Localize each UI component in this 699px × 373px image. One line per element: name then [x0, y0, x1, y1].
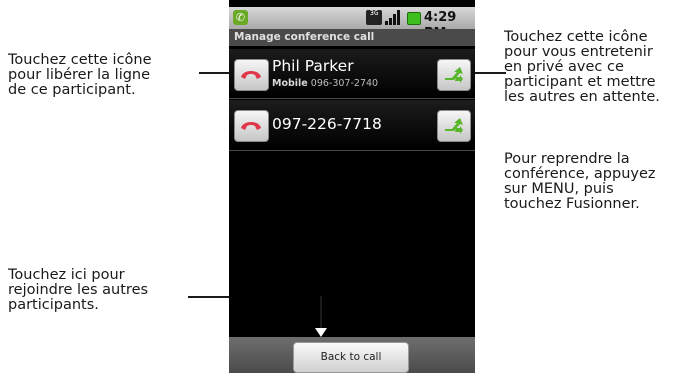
- annotation-back: Touchez ici pour rejoindre les autres pa…: [8, 268, 148, 313]
- signal-icon: [385, 10, 401, 25]
- private-call-button[interactable]: [437, 110, 471, 142]
- annotation-line: les autres en attente.: [504, 89, 660, 105]
- hangup-icon: [241, 71, 261, 79]
- private-call-button[interactable]: [437, 59, 471, 91]
- annotation-line: participant et mettre: [504, 74, 656, 90]
- phone-in-call-icon: ✆: [233, 10, 248, 25]
- row-divider: [229, 98, 475, 99]
- caller-detail: Mobile 096-307-2740: [272, 78, 378, 89]
- annotation-private: Touchez cette icône pour vous entretenir…: [504, 30, 660, 105]
- pointer-line-back-vertical: [320, 296, 322, 332]
- split-call-icon: [445, 118, 463, 134]
- annotation-line: participants.: [8, 297, 99, 313]
- hangup-icon: [241, 122, 261, 130]
- status-bar: ✆ 3G 4:29 PM: [229, 7, 475, 41]
- battery-icon: [407, 12, 421, 25]
- annotation-line: en privé avec ce: [504, 59, 624, 75]
- call-row: 097-226-7718: [229, 100, 475, 149]
- hangup-button[interactable]: [234, 59, 269, 91]
- call-row: Phil Parker Mobile 096-307-2740: [229, 49, 475, 98]
- annotation-line: Touchez cette icône: [504, 29, 648, 45]
- bottom-bar: Back to call: [229, 337, 475, 373]
- annotation-hangup: Touchez cette icône pour libérer la lign…: [8, 53, 152, 98]
- caller-number: 096-307-2740: [310, 78, 379, 89]
- annotation-line: Touchez ici pour: [8, 267, 125, 283]
- hangup-button[interactable]: [234, 110, 269, 142]
- arrow-down-icon: [315, 328, 327, 337]
- caller-phone-type: Mobile: [272, 78, 308, 89]
- annotation-resume: Pour reprendre la conférence, appuyez su…: [504, 152, 656, 212]
- row-divider: [229, 150, 475, 151]
- caller-name: Phil Parker: [272, 57, 354, 75]
- annotation-line: touchez Fusionner.: [504, 196, 640, 212]
- 3g-icon: 3G: [366, 10, 382, 25]
- annotation-line: pour libérer la ligne: [8, 67, 151, 83]
- annotation-line: Touchez cette icône: [8, 52, 152, 68]
- annotation-line: pour vous entretenir: [504, 44, 653, 60]
- annotation-line: conférence, appuyez: [504, 166, 656, 182]
- annotation-line: Pour reprendre la: [504, 151, 630, 167]
- annotation-line: rejoindre les autres: [8, 282, 149, 298]
- annotation-line: sur MENU, puis: [504, 181, 614, 197]
- annotation-line: de ce participant.: [8, 82, 136, 98]
- screen-title: Manage conference call: [229, 29, 475, 46]
- phone-screen: ✆ 3G 4:29 PM Manage conference call Phil…: [229, 0, 475, 373]
- split-call-icon: [445, 67, 463, 83]
- back-to-call-button[interactable]: Back to call: [293, 342, 409, 373]
- caller-name: 097-226-7718: [272, 115, 382, 133]
